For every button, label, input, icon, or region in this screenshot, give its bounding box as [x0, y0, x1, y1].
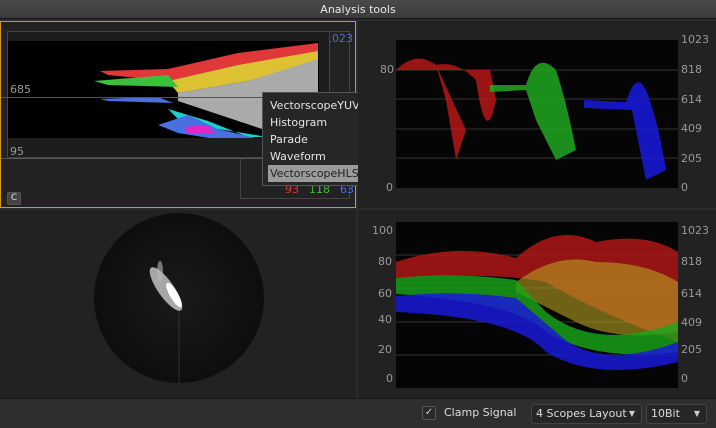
parade-axis-right: 205: [681, 152, 702, 165]
parade-graph: [396, 58, 678, 180]
vectorscope-panel[interactable]: [0, 210, 356, 398]
waveform-axis-right: 1023: [681, 224, 709, 237]
waveform-axis-right: 818: [681, 255, 702, 268]
parade-axis-right: 1023: [681, 33, 709, 46]
parade-axis-left-0: 0: [386, 181, 393, 194]
chevron-down-icon: ▼: [693, 409, 700, 418]
waveform-axis-left: 0: [386, 372, 393, 385]
bottom-toolbar: ✓ Clamp Signal 4 Scopes Layout ▼ 10Bit ▼: [0, 398, 716, 428]
waveform-axis-left: 100: [372, 224, 393, 237]
vectorscope-graph: [149, 261, 183, 383]
green-trace: [490, 62, 576, 160]
red-trace: [396, 58, 496, 160]
waveform-axis-right: 409: [681, 316, 702, 329]
layout-value: 4 Scopes Layout: [536, 407, 627, 420]
waveform-axis-right: 0: [681, 372, 688, 385]
bitdepth-dropdown[interactable]: 10Bit ▼: [646, 404, 707, 424]
checkmark-icon: ✓: [424, 407, 434, 418]
bitdepth-value: 10Bit: [651, 407, 680, 420]
waveform-axis-left: 60: [378, 287, 392, 300]
parade-plot: [396, 40, 678, 188]
level-high-label: 685: [10, 83, 31, 96]
chevron-down-icon: ▼: [628, 409, 635, 418]
vectorscope-circle: [94, 213, 264, 383]
waveform-axis-left: 40: [378, 313, 392, 326]
window-title: Analysis tools: [0, 0, 716, 19]
parade-panel[interactable]: 80 0 1023 818 614 409 205 0: [358, 21, 716, 208]
waveform-plot: [396, 222, 678, 388]
blue-trace: [584, 82, 666, 180]
level-low-label: 95: [10, 145, 24, 158]
clamp-signal-checkbox[interactable]: ✓: [422, 406, 436, 420]
c-button[interactable]: C: [7, 192, 21, 205]
parade-axis-right: 409: [681, 122, 702, 135]
clamp-signal-label[interactable]: Clamp Signal: [444, 406, 516, 419]
parade-axis-right: 614: [681, 93, 702, 106]
waveform-axis-left: 80: [378, 255, 392, 268]
waveform-graph: [396, 234, 678, 370]
waveform-axis-left: 20: [378, 343, 392, 356]
waveform-axis-right: 614: [681, 287, 702, 300]
parade-axis-left-80: 80: [380, 63, 394, 76]
waveform-panel[interactable]: 100 80 60 40 20 0 1023 818 614 409 205 0: [358, 210, 716, 398]
waveform-axis-right: 205: [681, 343, 702, 356]
parade-axis-right: 818: [681, 63, 702, 76]
layout-dropdown[interactable]: 4 Scopes Layout ▼: [531, 404, 642, 424]
parade-axis-right: 0: [681, 181, 688, 194]
